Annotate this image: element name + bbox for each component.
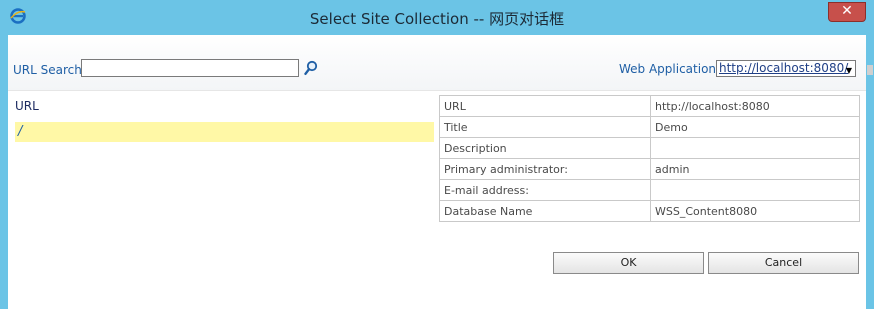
- detail-value: http://localhost:8080: [650, 95, 860, 117]
- table-row: Description: [439, 137, 860, 159]
- dialog-window: Select Site Collection -- 网页对话框 ✕ URL Se…: [0, 0, 874, 309]
- detail-key: Title: [439, 116, 651, 138]
- dialog-content: URL Search Web Application: http://local…: [8, 35, 866, 309]
- ok-button[interactable]: OK: [553, 252, 704, 274]
- title-bar: Select Site Collection -- 网页对话框 ✕: [0, 0, 874, 35]
- site-details-table: URL http://localhost:8080 Title Demo Des…: [439, 95, 860, 222]
- table-row: Title Demo: [439, 116, 860, 138]
- dialog-title: Select Site Collection -- 网页对话框: [309, 10, 565, 28]
- cancel-button[interactable]: Cancel: [708, 252, 859, 274]
- web-application-select[interactable]: http://localhost:8080/ ▼: [716, 60, 856, 77]
- table-row: Primary administrator: admin: [439, 158, 860, 180]
- table-row: Database Name WSS_Content8080: [439, 200, 860, 222]
- url-search-input[interactable]: [81, 59, 299, 77]
- detail-value: [650, 179, 860, 201]
- table-row: URL http://localhost:8080: [439, 95, 860, 117]
- scrollbar-thumb[interactable]: [867, 65, 873, 75]
- search-bar: URL Search Web Application: http://local…: [8, 35, 866, 91]
- chevron-down-icon[interactable]: ▼: [846, 63, 852, 78]
- site-collection-item[interactable]: /: [15, 122, 434, 142]
- web-application-label: Web Application:: [619, 62, 721, 76]
- web-application-value: http://localhost:8080/: [719, 61, 849, 75]
- detail-key: Description: [439, 137, 651, 159]
- detail-key: URL: [439, 95, 651, 117]
- detail-key: Primary administrator:: [439, 158, 651, 180]
- detail-value: WSS_Content8080: [650, 200, 860, 222]
- detail-key: Database Name: [439, 200, 651, 222]
- detail-value: admin: [650, 158, 860, 180]
- detail-value: Demo: [650, 116, 860, 138]
- close-icon: ✕: [841, 3, 853, 19]
- detail-value: [650, 137, 860, 159]
- detail-key: E-mail address:: [439, 179, 651, 201]
- search-icon[interactable]: [304, 60, 318, 76]
- close-button[interactable]: ✕: [828, 2, 866, 22]
- url-column-header: URL: [15, 99, 39, 113]
- table-row: E-mail address:: [439, 179, 860, 201]
- window-edge: [866, 35, 874, 309]
- url-search-label: URL Search: [13, 63, 82, 77]
